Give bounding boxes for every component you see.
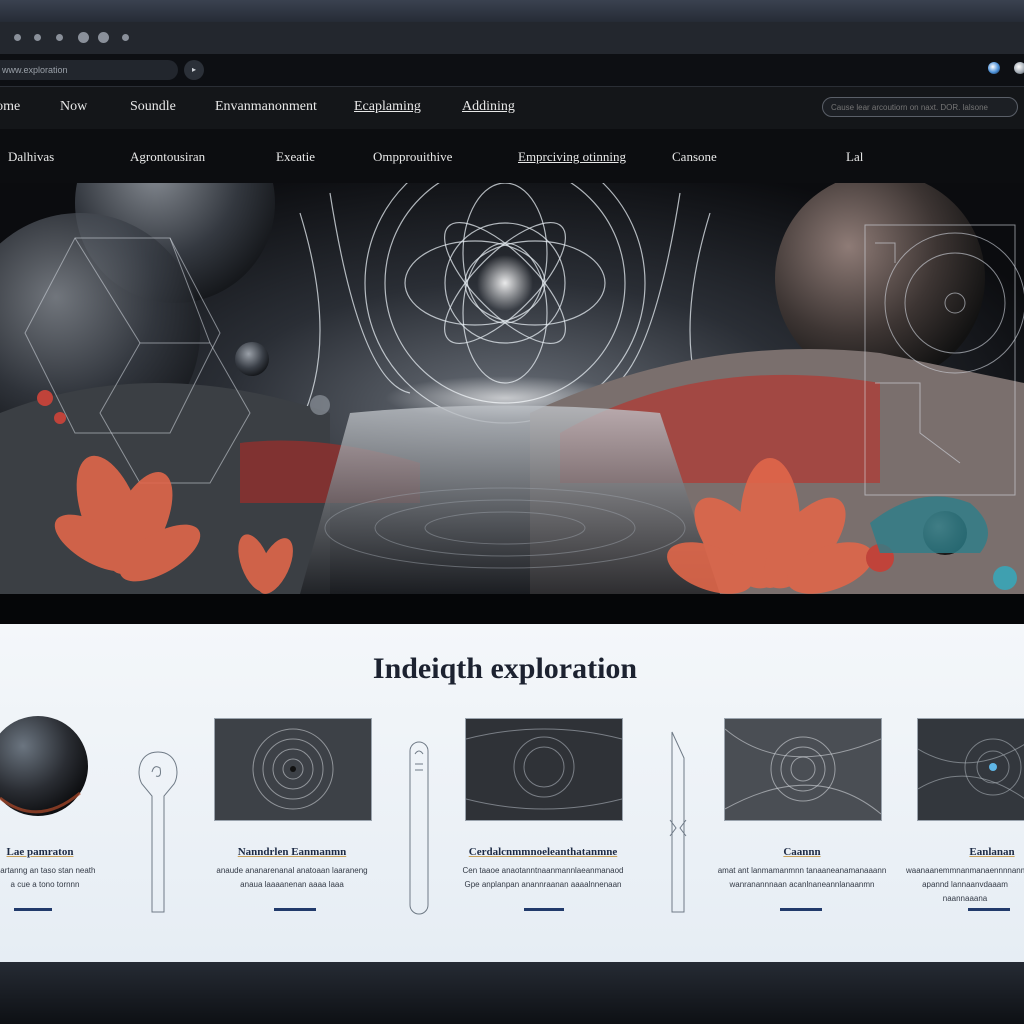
lattice-thumbnail [918, 719, 1024, 820]
card-read-more-link[interactable] [968, 908, 1010, 911]
section-title: Indeiqth exploration [372, 652, 638, 685]
monitor-bezel-bottom [0, 962, 1024, 1024]
primary-nav: Home Now Soundle Envanmanonment Ecaplami… [0, 86, 1024, 130]
rosette-thumbnail [725, 719, 881, 820]
nav2-item-dalhivas[interactable]: Dalhivas [8, 149, 54, 165]
monitor-bezel-top [0, 0, 1024, 22]
nav-item-home[interactable]: Home [0, 99, 20, 115]
card-read-more-link[interactable] [524, 908, 564, 911]
card-description-line: Cartanng an taso stan neath [0, 866, 96, 875]
card-image-rosette[interactable] [724, 718, 882, 821]
nav2-item-ompprouithive[interactable]: Ompprouithive [373, 149, 452, 165]
card-image-sphere[interactable] [0, 708, 88, 820]
nav2-item-lal[interactable]: Lal [846, 149, 863, 165]
card-description-line: waanaanemmnanmanaennnnanmaannn [906, 866, 1024, 875]
secondary-nav: Dalhivas Agrontousiran Exeatie Ompprouit… [0, 129, 1024, 183]
hero-illustration [0, 183, 1024, 594]
card-title[interactable]: Eanlanan [930, 846, 1024, 858]
url-field[interactable]: www.exploration [0, 60, 178, 80]
card-image-mandala[interactable] [465, 718, 623, 821]
card-read-more-link[interactable] [274, 908, 316, 911]
card-read-more-link[interactable] [14, 908, 52, 911]
nav2-item-emprciving[interactable]: Emprciving otinning [518, 149, 626, 165]
window-dot-icon[interactable] [34, 34, 41, 41]
ornament-key-icon [138, 751, 178, 913]
hero-bottom-band [0, 594, 1024, 624]
window-dot-icon[interactable] [122, 34, 129, 41]
card-description-line: amat ant lanmamanmnn tanaaneanamanaaann [717, 866, 887, 875]
card-description-line: apannd lannaanvdaaam naannaaana [922, 880, 1008, 903]
card-description: Cen taaoe anaotanntnaanmannlaeanmanaod G… [454, 864, 632, 892]
search-input[interactable] [822, 97, 1018, 117]
card-description: anaude ananarenanal anatoaan laaraneng a… [206, 864, 378, 892]
card-description-line: Cen taaoe anaotanntnaanmannlaeanmanaod [462, 866, 624, 875]
card-image-spiral[interactable] [214, 718, 372, 821]
card-read-more-link[interactable] [780, 908, 822, 911]
card-description: Cartanng an taso stan neath a cue a tono… [0, 864, 100, 892]
card-description: amat ant lanmamanmnn tanaaneanamanaaann … [716, 864, 888, 892]
nav-item-soundle[interactable]: Soundle [130, 99, 176, 115]
window-dot-icon[interactable] [56, 34, 63, 41]
window-dot-icon[interactable] [14, 34, 21, 41]
mandala-thumbnail [466, 719, 622, 820]
card-description-line: Gpe anplanpan anannraanan aaaalnnenaan [464, 880, 622, 889]
ornament-blade-icon [669, 731, 687, 913]
hero-banner-image [0, 183, 1024, 594]
ornament-bar-icon [409, 741, 429, 915]
card-title[interactable]: Lae pamraton [0, 846, 80, 858]
spiral-thumbnail [215, 719, 371, 820]
card-description-line: anaua laaaanenan aaaa laaa [240, 880, 344, 889]
card-title[interactable]: Nanndrlen Eanmanmn [222, 846, 362, 858]
card-title[interactable]: Cerdalcnmmnoeleanthatanmne [463, 846, 623, 858]
card-description-line: anaude ananarenanal anatoaan laaraneng [216, 866, 368, 875]
arrow-right-icon[interactable]: ▸ [184, 60, 204, 80]
card-description: waanaanemmnanmanaennnnanmaannn apannd la… [906, 864, 1024, 906]
nav-item-adding[interactable]: Addining [462, 99, 515, 115]
card-image-lattice[interactable] [917, 718, 1024, 821]
window-dot-icon[interactable] [78, 32, 89, 43]
nav2-item-exeatie[interactable]: Exeatie [276, 149, 315, 165]
card-description-line: wanranannnaan acanlnaneannlanaanmn [729, 880, 875, 889]
card-description-line: a cue a tono tornnn [10, 880, 80, 889]
globe-icon[interactable] [988, 62, 1000, 74]
browser-address-bar: www.exploration [0, 54, 1024, 86]
nav2-item-cansone[interactable]: Cansone [672, 149, 717, 165]
nav-item-environment[interactable]: Envanmanonment [215, 99, 317, 115]
browser-tab-bar [0, 22, 1024, 55]
sphere-thumbnail [0, 716, 88, 816]
nav-item-exploring[interactable]: Ecaplaming [354, 99, 421, 115]
nav2-item-agrontousiran[interactable]: Agrontousiran [130, 149, 205, 165]
nav-item-now[interactable]: Now [60, 99, 87, 115]
profile-icon[interactable] [1014, 62, 1024, 74]
window-dot-icon[interactable] [98, 32, 109, 43]
card-title[interactable]: Caannn [740, 846, 864, 858]
